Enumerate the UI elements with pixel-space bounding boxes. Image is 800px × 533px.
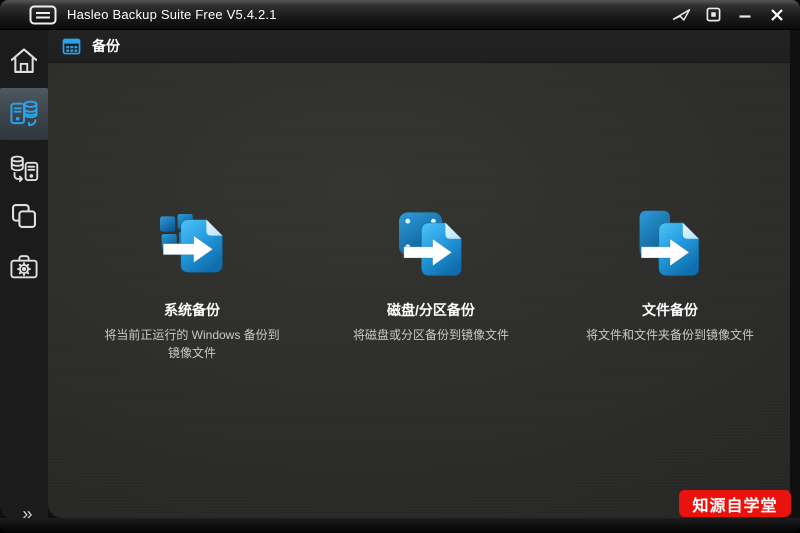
- page-title: 备份: [92, 38, 120, 54]
- file-backup-icon: [639, 210, 700, 276]
- backup-option-description: 将当前正运行的 Windows 备份到 镜像文件: [104, 328, 280, 360]
- backup-option-system[interactable]: 系统备份 将当前正运行的 Windows 备份到 镜像文件: [72, 202, 312, 362]
- backup-option-disk-partition[interactable]: 磁盘/分区备份 将磁盘或分区备份到镜像文件: [311, 202, 551, 344]
- clone-icon: [12, 204, 36, 228]
- restore-window-button[interactable]: [700, 4, 726, 26]
- panel-header: 备份: [48, 30, 790, 63]
- minimize-button[interactable]: [732, 4, 758, 26]
- app-window: Hasleo Backup Suite Free V5.4.2.1 » 备份 系…: [0, 0, 800, 533]
- backup-option-description: 将文件和文件夹备份到镜像文件: [585, 328, 754, 342]
- feedback-button[interactable]: [668, 4, 694, 26]
- titlebar[interactable]: Hasleo Backup Suite Free V5.4.2.1: [0, 0, 800, 30]
- app-logo-icon: [29, 5, 57, 24]
- backup-option-description: 将磁盘或分区备份到镜像文件: [352, 328, 509, 342]
- sidebar-item-tools[interactable]: [0, 243, 48, 291]
- backup-grid-icon: [62, 38, 81, 54]
- restore-icon: [10, 155, 38, 182]
- backup-option-title: 系统备份: [164, 302, 220, 318]
- system-backup-icon: [160, 214, 223, 273]
- main-panel: 备份 系统备份 将当前正运行的 Windows 备份到 镜像文件 磁盘/分区备份…: [48, 30, 790, 518]
- sidebar-item-home[interactable]: [0, 40, 48, 82]
- feedback-icon: [672, 9, 690, 21]
- backup-icon: [10, 100, 38, 127]
- window-controls: [668, 4, 790, 26]
- toolbox-icon: [10, 255, 38, 279]
- backup-option-file[interactable]: 文件备份 将文件和文件夹备份到镜像文件: [550, 202, 790, 344]
- backup-option-title: 文件备份: [642, 302, 698, 318]
- sidebar-item-restore[interactable]: [0, 146, 48, 192]
- sidebar-item-clone[interactable]: [0, 193, 48, 239]
- sidebar-item-backup[interactable]: [0, 88, 48, 140]
- close-button[interactable]: [764, 4, 790, 26]
- restore-window-icon: [706, 7, 720, 22]
- window-title: Hasleo Backup Suite Free V5.4.2.1: [67, 7, 277, 22]
- backup-option-title: 磁盘/分区备份: [387, 302, 475, 318]
- watermark-badge: 知源自学堂: [679, 490, 791, 517]
- window-bottom-edge: [0, 518, 800, 533]
- disk-backup-icon: [399, 212, 462, 276]
- sidebar: »: [0, 30, 48, 525]
- close-icon: [771, 8, 783, 21]
- home-icon: [10, 48, 38, 73]
- minimize-icon: [739, 14, 751, 18]
